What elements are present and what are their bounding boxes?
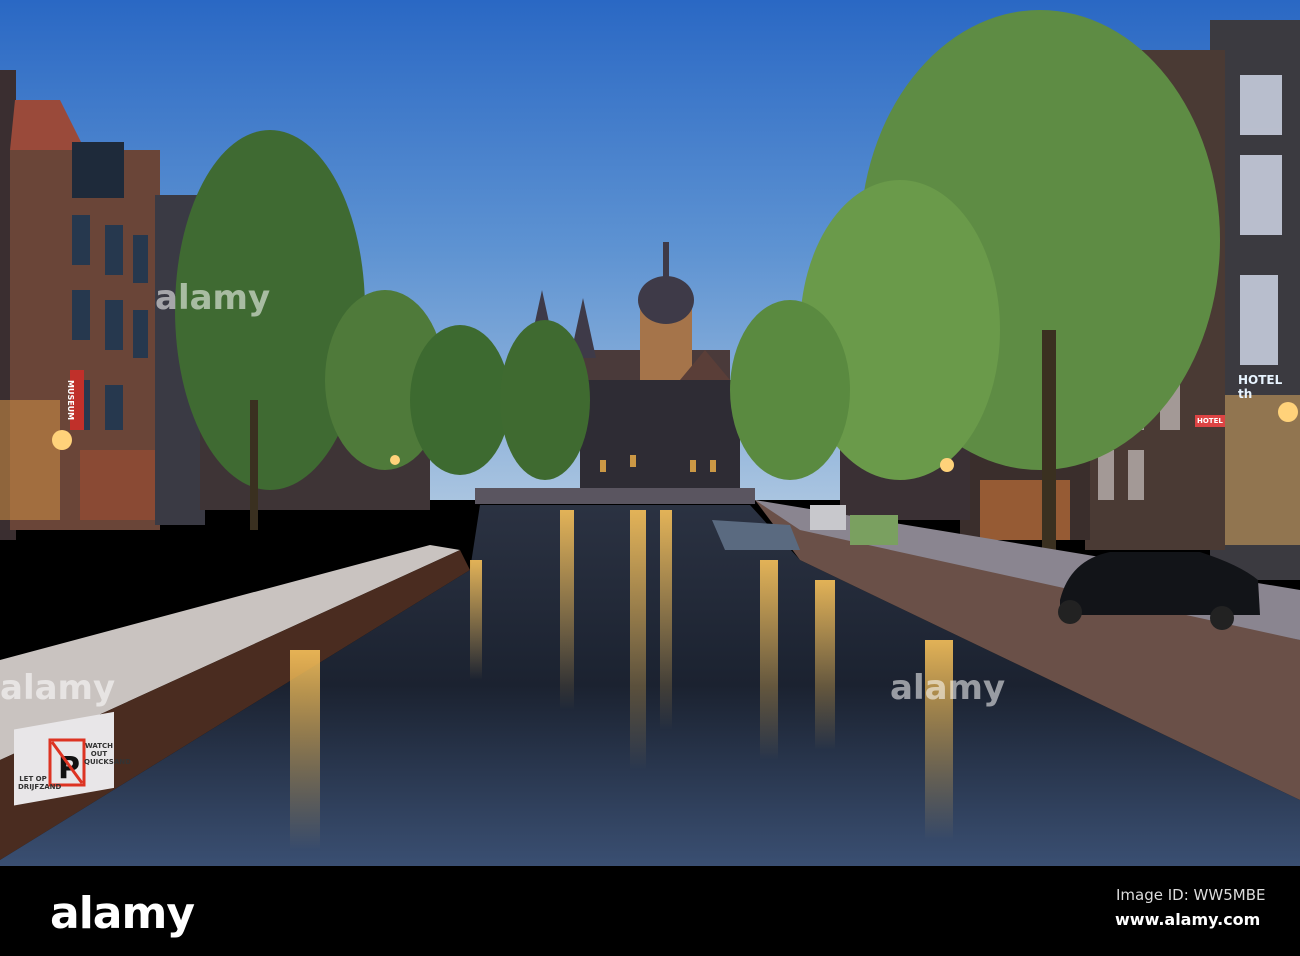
watermark-right: alamy	[890, 668, 1006, 708]
image-id: Image ID: WW5MBE	[1116, 886, 1266, 904]
hotel-small-sign: HOTEL	[1195, 415, 1225, 427]
site-url: www.alamy.com	[1115, 910, 1261, 929]
watermark-center: alamy	[155, 278, 271, 318]
canal-photo: P	[0, 0, 1300, 866]
let-op-sign-text: LET OP DRIJFZAND	[18, 775, 62, 791]
bridge	[475, 488, 755, 504]
footer-bar: alamy Image ID: WW5MBE www.alamy.com	[0, 866, 1300, 956]
hotel-main-sign: HOTEL th	[1238, 373, 1283, 401]
alamy-logo: alamy	[50, 888, 195, 939]
museum-sign: MUSEUM	[66, 380, 75, 421]
watch-out-sign-text: WATCH OUT QUICKSAND	[84, 742, 131, 766]
watermark-left: alamy	[0, 668, 116, 708]
